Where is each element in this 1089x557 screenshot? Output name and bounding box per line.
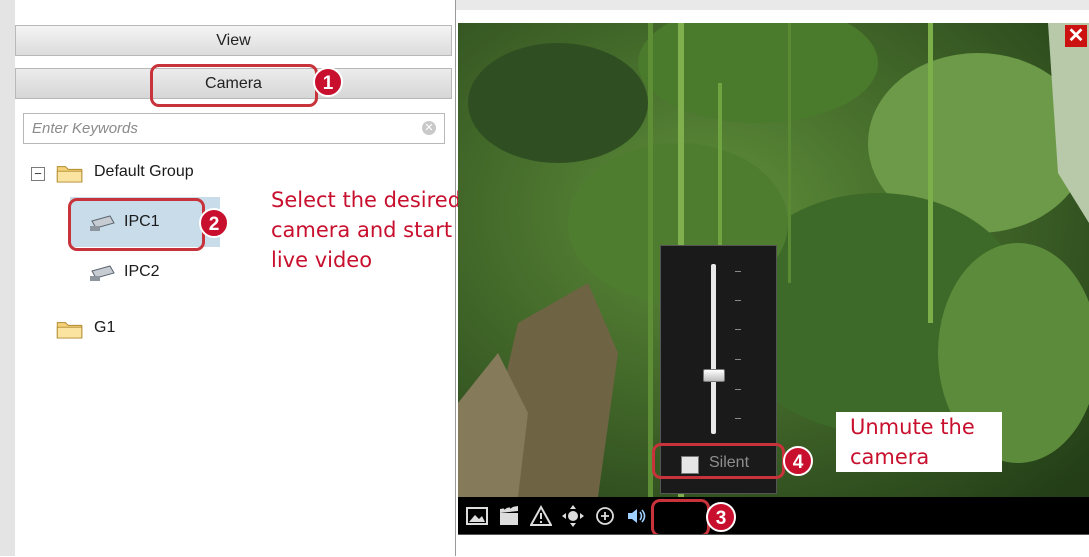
alarm-icon[interactable] — [530, 505, 552, 527]
callout-silent — [652, 443, 785, 479]
note-line: live video — [271, 248, 373, 272]
folder-icon — [56, 322, 83, 339]
zoom-icon[interactable] — [594, 505, 616, 527]
search-placeholder: Enter Keywords — [32, 120, 138, 137]
note-line: camera — [850, 445, 930, 469]
snapshot-icon[interactable] — [466, 505, 488, 527]
search-input[interactable]: Enter Keywords ✕ — [23, 113, 445, 144]
left-gutter — [0, 0, 15, 556]
callout-volume — [651, 499, 710, 537]
note-line: camera and start — [271, 218, 453, 242]
view-header[interactable]: View — [15, 25, 452, 56]
clear-icon[interactable]: ✕ — [422, 121, 436, 135]
folder-icon — [56, 166, 83, 183]
ptz-icon[interactable] — [562, 505, 584, 527]
tree-item-default-group[interactable]: Default Group — [94, 163, 194, 181]
collapse-icon[interactable]: − — [31, 167, 45, 181]
volume-tick — [735, 300, 741, 301]
volume-tick — [735, 271, 741, 272]
record-icon[interactable] — [498, 505, 520, 527]
camera-icon — [90, 265, 115, 281]
callout-ipc1 — [68, 198, 205, 251]
note-line: Select the desired — [271, 188, 462, 212]
volume-track[interactable] — [711, 264, 716, 434]
tree-item-g1[interactable]: G1 — [94, 319, 115, 337]
close-icon[interactable]: ✕ — [1065, 25, 1087, 47]
video-toolbar — [458, 497, 1089, 534]
unmute-note: Unmute the camera — [836, 412, 1002, 472]
step-number-2: 2 — [199, 208, 229, 238]
volume-icon[interactable] — [626, 505, 648, 527]
select-camera-note: Select the desired camera and start live… — [271, 185, 481, 275]
note-line: Unmute the — [850, 415, 975, 439]
volume-tick — [735, 329, 741, 330]
volume-tick — [735, 359, 741, 360]
volume-tick — [735, 418, 741, 419]
step-number-1: 1 — [313, 67, 343, 97]
volume-slider-handle[interactable] — [703, 369, 725, 382]
step-number-4: 4 — [783, 446, 813, 476]
volume-tick — [735, 389, 741, 390]
tree-item-ipc2[interactable]: IPC2 — [124, 263, 160, 281]
status-strip — [458, 534, 1089, 557]
step-number-3: 3 — [706, 502, 736, 532]
callout-camera-tab — [150, 64, 318, 107]
